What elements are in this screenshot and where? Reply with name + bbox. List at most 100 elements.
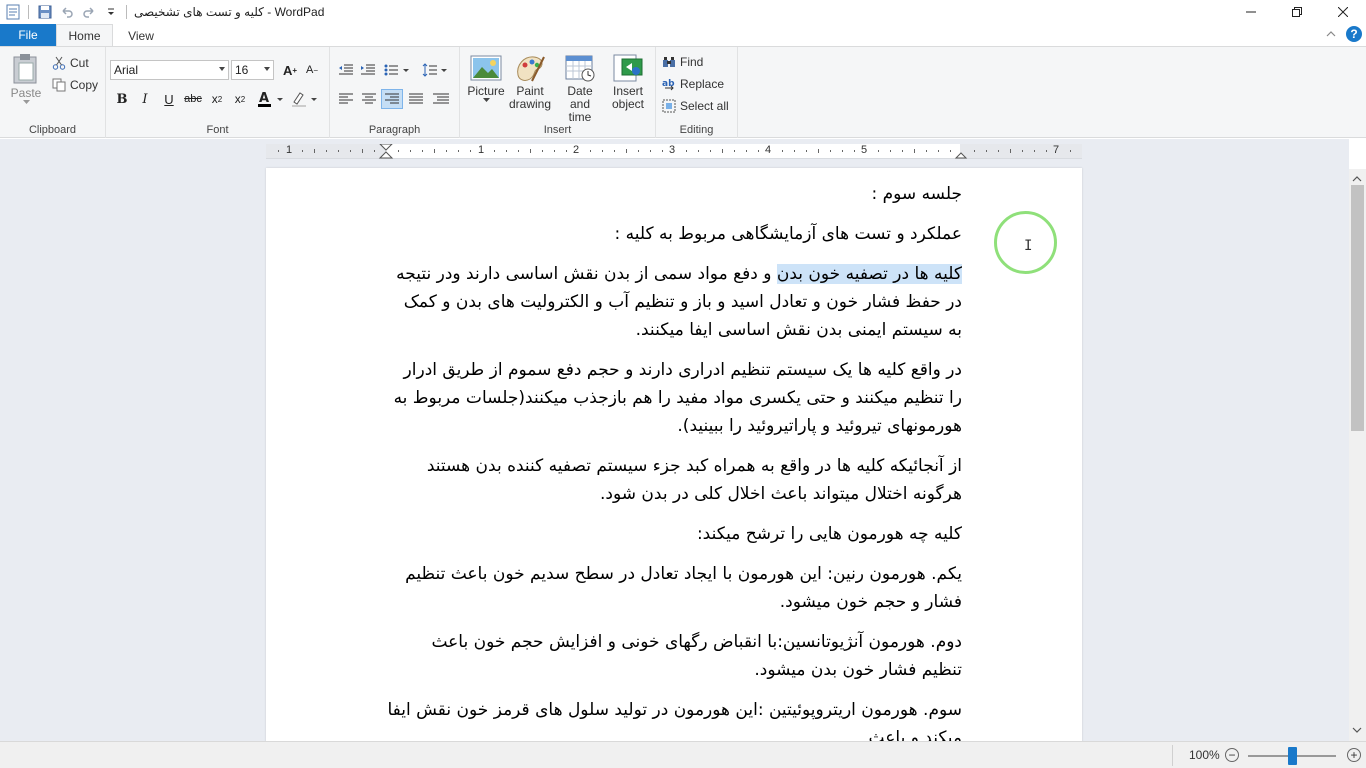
shrink-font-icon[interactable]: A −	[301, 60, 323, 80]
editing-group-label: Editing	[679, 124, 714, 136]
scissors-icon	[52, 56, 66, 70]
justify-icon[interactable]	[405, 89, 427, 109]
document-page[interactable]: جلسه سوم : عملکرد و تست های آزمایشگاهی م…	[266, 168, 1082, 741]
paragraph[interactable]: از آنجائیکه کلیه ها در واقع به همراه کبد…	[386, 452, 962, 508]
select-all-button[interactable]: Select all	[662, 96, 729, 116]
zoom-out-button[interactable]: −	[1225, 748, 1239, 762]
ruler-number: 1	[286, 144, 293, 156]
zoom-in-button[interactable]: +	[1347, 748, 1361, 762]
ruler-number: 1	[478, 144, 485, 156]
date-time-label-2: time	[568, 110, 592, 124]
find-button[interactable]: Find	[662, 52, 703, 72]
help-icon[interactable]: ?	[1346, 26, 1362, 42]
align-center-icon[interactable]	[358, 89, 380, 109]
status-separator	[1172, 745, 1173, 766]
increase-indent-icon[interactable]	[357, 60, 379, 80]
editing-group: Find ab Replace Select all Editing	[656, 47, 738, 138]
wordpad-app-icon[interactable]	[2, 1, 24, 23]
picture-label: Picture	[467, 84, 505, 98]
ruler-number: 2	[573, 144, 580, 156]
tab-file[interactable]: File	[0, 24, 56, 46]
paragraph[interactable]: کلیه ها در تصفیه خون بدن و دفع مواد سمی …	[386, 260, 962, 344]
paragraph[interactable]: دوم. هورمون آنژیوتانسین:با انقباض رگهای …	[386, 628, 962, 684]
paragraph[interactable]: در واقع کلیه ها یک سیستم تنظیم ادراری دا…	[386, 356, 962, 440]
zoom-slider-thumb[interactable]	[1288, 747, 1297, 765]
title-bar: کلیه و تست های تشخیصی - WordPad	[0, 0, 1366, 24]
ribbon: Paste Cut Copy Clipboard Arial 16 A + A − …	[0, 46, 1366, 138]
superscript-icon[interactable]: x2	[229, 89, 251, 109]
scrollbar-thumb[interactable]	[1351, 185, 1364, 431]
select-all-icon	[662, 99, 676, 113]
text-cursor-icon: I	[1024, 238, 1033, 254]
insert-object-button[interactable]: Insert object	[608, 53, 648, 111]
ribbon-right-controls: ?	[1326, 26, 1362, 42]
replace-button[interactable]: ab Replace	[662, 74, 724, 94]
text-color-icon[interactable]: A	[256, 89, 286, 109]
cut-button[interactable]: Cut	[52, 53, 89, 73]
date-time-label-1: Date and	[567, 84, 593, 111]
font-size-combo[interactable]: 16	[231, 60, 274, 80]
decrease-indent-icon[interactable]	[335, 60, 357, 80]
tab-home[interactable]: Home	[56, 24, 113, 47]
copy-icon	[52, 78, 66, 92]
paragraph[interactable]: جلسه سوم :	[386, 180, 962, 208]
qat-separator	[28, 5, 29, 19]
font-size-value: 16	[235, 63, 249, 77]
paint-drawing-button[interactable]: Paint drawing	[508, 53, 552, 111]
insert-object-label-2: object	[611, 97, 645, 111]
undo-icon[interactable]	[56, 1, 78, 23]
quick-access-toolbar	[0, 0, 132, 24]
align-right-icon[interactable]	[381, 89, 403, 109]
save-icon[interactable]	[34, 1, 56, 23]
date-time-button[interactable]: Date and time	[556, 53, 604, 124]
qat-separator	[126, 5, 127, 19]
italic-icon[interactable]: I	[134, 89, 156, 109]
window-controls	[1228, 0, 1366, 24]
select-all-label: Select all	[680, 99, 729, 113]
close-button[interactable]	[1320, 0, 1366, 24]
tab-view[interactable]: View	[113, 24, 169, 47]
highlight-color-icon[interactable]	[290, 89, 320, 109]
minimize-button[interactable]	[1228, 0, 1274, 24]
paint-drawing-label-2: drawing	[508, 97, 552, 111]
underline-icon[interactable]: U	[158, 89, 180, 109]
bold-icon[interactable]: B	[111, 89, 133, 109]
ruler-number: 5	[861, 144, 868, 156]
clipboard-group: Paste Cut Copy Clipboard	[0, 47, 106, 138]
ruler[interactable]: 1 1 2 3 4 5 6 7	[266, 144, 1082, 159]
font-family-combo[interactable]: Arial	[110, 60, 229, 80]
line-spacing-icon[interactable]	[421, 60, 451, 80]
click-indicator: I	[994, 211, 1057, 274]
paragraph[interactable]: سوم. هورمون اریتروپوئیتین :این هورمون در…	[386, 696, 962, 741]
window-title: کلیه و تست های تشخیصی - WordPad	[134, 5, 325, 19]
copy-button[interactable]: Copy	[52, 75, 98, 95]
list-icon[interactable]	[383, 60, 413, 80]
collapse-ribbon-icon[interactable]	[1326, 27, 1336, 41]
picture-icon	[470, 55, 502, 81]
strikethrough-icon[interactable]: abc	[182, 89, 204, 109]
scroll-down-icon[interactable]	[1352, 723, 1362, 737]
selected-text[interactable]: کلیه ها در تصفیه خون بدن	[776, 264, 962, 284]
grow-font-icon[interactable]: A +	[279, 60, 301, 80]
subscript-icon[interactable]: x2	[206, 89, 228, 109]
document-text[interactable]: جلسه سوم : عملکرد و تست های آزمایشگاهی م…	[386, 180, 962, 741]
picture-button[interactable]: Picture	[466, 53, 506, 102]
vertical-scrollbar[interactable]	[1349, 169, 1366, 741]
paragraph-settings-icon[interactable]	[430, 89, 452, 109]
scroll-up-icon[interactable]	[1352, 172, 1362, 186]
paragraph[interactable]: یکم. هورمون رنین: این هورمون با ایجاد تع…	[386, 560, 962, 616]
paragraph[interactable]: کلیه چه هورمون هایی را ترشح میکند:	[386, 520, 962, 548]
customize-qat-icon[interactable]	[100, 1, 122, 23]
paint-icon	[517, 56, 545, 82]
ribbon-tabs: File Home View ?	[0, 24, 1366, 47]
restore-button[interactable]	[1274, 0, 1320, 24]
paste-icon	[13, 54, 37, 84]
paste-button[interactable]: Paste	[6, 53, 46, 104]
ruler-number: 7	[1053, 144, 1060, 156]
clipboard-group-label: Clipboard	[28, 124, 77, 136]
paragraph[interactable]: عملکرد و تست های آزمایشگاهی مربوط به کلی…	[386, 220, 963, 248]
paragraph-group-label: Paragraph	[368, 124, 421, 136]
calendar-clock-icon	[565, 55, 595, 82]
redo-icon[interactable]	[78, 1, 100, 23]
align-left-icon[interactable]	[335, 89, 357, 109]
